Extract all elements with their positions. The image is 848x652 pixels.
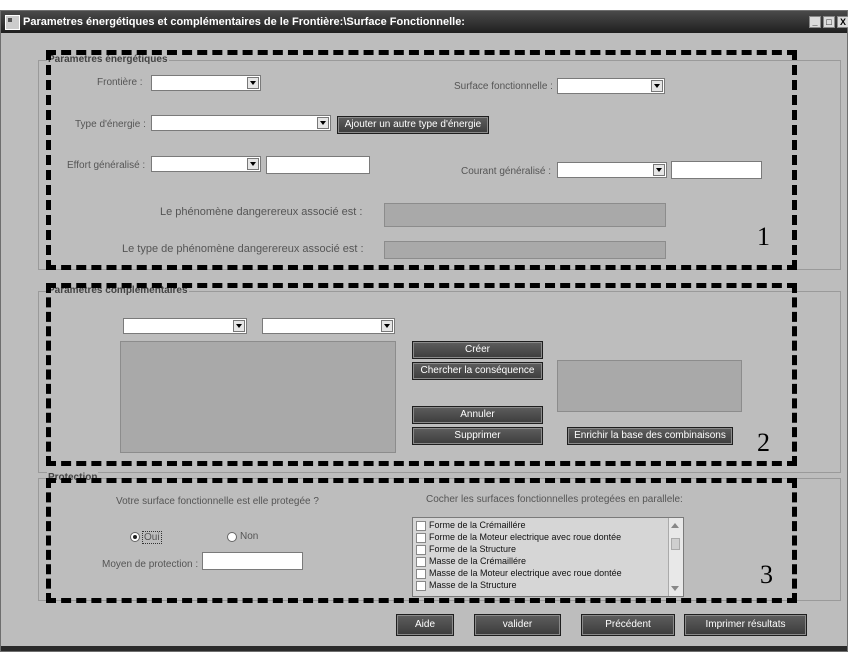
- print-results-button[interactable]: Imprimer résultats: [684, 614, 807, 636]
- window-title: Parametres énergétiques et complémentair…: [23, 16, 465, 28]
- previous-button[interactable]: Précédent: [581, 614, 675, 636]
- title-bar: Parametres énergétiques et complémentair…: [1, 11, 848, 33]
- validate-button[interactable]: valider: [474, 614, 561, 636]
- annotation-box-3: [46, 478, 797, 603]
- annotation-number-2: 2: [757, 428, 770, 457]
- help-button[interactable]: Aide: [396, 614, 454, 636]
- annotation-box-1: [46, 50, 797, 270]
- app-icon: [5, 15, 20, 30]
- maximize-button[interactable]: □: [823, 16, 835, 28]
- annotation-number-1: 1: [757, 222, 770, 251]
- bottom-bar: [1, 646, 847, 651]
- annotation-number-3: 3: [760, 560, 773, 589]
- minimize-button[interactable]: _: [809, 16, 821, 28]
- annotation-box-2: [46, 283, 797, 466]
- close-button[interactable]: X: [837, 16, 848, 28]
